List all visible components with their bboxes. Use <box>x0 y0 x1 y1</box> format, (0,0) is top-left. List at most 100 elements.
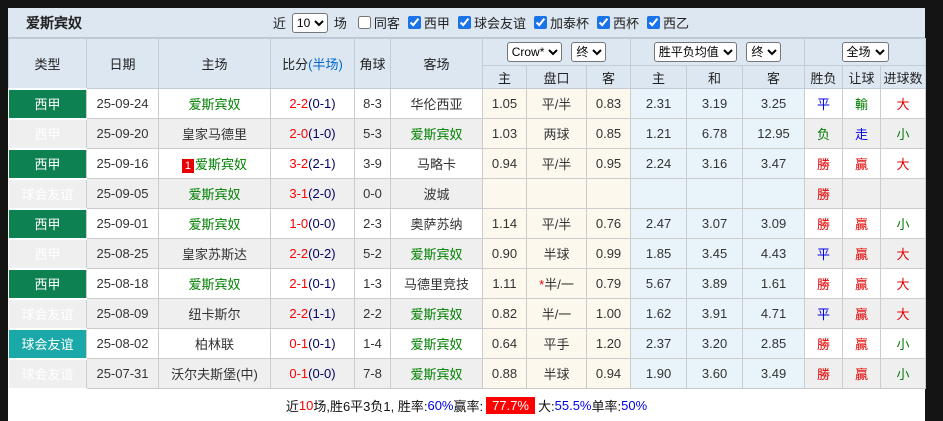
away-team-link[interactable]: 马略卡 <box>417 157 456 172</box>
col-avg-draw: 和 <box>687 66 743 89</box>
home-team-link[interactable]: 皇家马德里 <box>182 127 247 142</box>
home-team[interactable]: 爱斯宾奴 <box>159 269 271 299</box>
avg-draw-cell: 3.45 <box>687 239 743 269</box>
home-team[interactable]: 皇家马德里 <box>159 119 271 149</box>
handicap-cell: 平/半 <box>527 209 587 239</box>
handicap-cell: 半球 <box>527 359 587 389</box>
avg-away-cell: 3.09 <box>743 209 805 239</box>
corner-cell: 7-8 <box>355 359 391 389</box>
league-filter-label: 西乙 <box>663 13 689 32</box>
avg-away-cell: 2.85 <box>743 329 805 359</box>
goals-cell: 小 <box>881 359 926 389</box>
away-team[interactable]: 爱斯宾奴 <box>391 359 483 389</box>
score-cell: 3-2(2-1) <box>271 149 355 179</box>
avg-home-cell: 1.21 <box>631 119 687 149</box>
home-team-link[interactable]: 爱斯宾奴 <box>188 97 240 112</box>
handicap-value: 半球 <box>543 247 569 262</box>
handicap-value: 平/半 <box>542 217 572 232</box>
odds-time-select[interactable]: 终 <box>571 42 606 62</box>
home-team[interactable]: 爱斯宾奴 <box>159 89 271 119</box>
league-filter-checkbox[interactable] <box>647 16 660 29</box>
away-team[interactable]: 马略卡 <box>391 149 483 179</box>
away-team[interactable]: 爱斯宾奴 <box>391 119 483 149</box>
titlebar: 爱斯宾奴 近 10 场 同客 西甲 球会友谊 加泰杯 西杯 西乙 <box>8 8 925 38</box>
avg-draw-cell: 3.20 <box>687 329 743 359</box>
away-team-link[interactable]: 爱斯宾奴 <box>410 337 462 352</box>
home-team[interactable]: 爱斯宾奴 <box>159 179 271 209</box>
handicap-cell: 平手 <box>527 329 587 359</box>
type-badge-cell: 西甲 <box>9 239 87 269</box>
league-filter-checkbox[interactable] <box>458 16 471 29</box>
home-team[interactable]: 沃尔夫斯堡(中) <box>159 359 271 389</box>
handicap-cell: 平/半 <box>527 89 587 119</box>
home-team-link[interactable]: 柏林联 <box>195 337 234 352</box>
type-badge-cell: 球会友谊 <box>9 329 87 359</box>
games-count-select[interactable]: 10 <box>292 13 328 33</box>
away-team[interactable]: 马德里竞技 <box>391 269 483 299</box>
home-team[interactable]: 爱斯宾奴 <box>159 209 271 239</box>
away-team-link[interactable]: 华伦西亚 <box>410 97 462 112</box>
score-cell: 2-2(0-2) <box>271 239 355 269</box>
summary-segment: 单率: <box>592 396 622 415</box>
handicap-cell: 半球 <box>527 239 587 269</box>
goals-cell <box>881 179 926 209</box>
halftime-score: (2-1) <box>308 156 335 171</box>
type-badge-cell: 球会友谊 <box>9 179 87 209</box>
league-filter-checkbox[interactable] <box>597 16 610 29</box>
league-filter-label: 西甲 <box>424 13 450 32</box>
avg-draw-cell: 3.16 <box>687 149 743 179</box>
away-team[interactable]: 爱斯宾奴 <box>391 299 483 329</box>
score-cell: 0-1(0-0) <box>271 359 355 389</box>
away-team-link[interactable]: 奥萨苏纳 <box>410 217 462 232</box>
fulltime-score: 3-1 <box>289 186 308 201</box>
home-team[interactable]: 柏林联 <box>159 329 271 359</box>
home-team-link[interactable]: 爱斯宾奴 <box>188 187 240 202</box>
away-team-link[interactable]: 爱斯宾奴 <box>410 307 462 322</box>
fulltime-score: 2-2 <box>289 246 308 261</box>
col-score: 比分(半场) <box>271 39 355 89</box>
date-cell: 25-09-24 <box>87 89 159 119</box>
home-team-link[interactable]: 爱斯宾奴 <box>195 157 247 172</box>
odds-group-header: Crow* 终 <box>483 39 631 66</box>
col-home: 主场 <box>159 39 271 89</box>
odds-company-select[interactable]: Crow* <box>507 42 562 62</box>
table-row: 球会友谊 25-09-05 爱斯宾奴 3-1(2-0) 0-0 波城 勝 <box>9 179 926 209</box>
handicap-result-cell: 走 <box>843 119 881 149</box>
home-team-link[interactable]: 爱斯宾奴 <box>188 217 240 232</box>
avg-select[interactable]: 胜平负均值 <box>654 42 737 62</box>
away-team-link[interactable]: 爱斯宾奴 <box>410 127 462 142</box>
away-team[interactable]: 爱斯宾奴 <box>391 239 483 269</box>
odds-home-cell: 0.64 <box>483 329 527 359</box>
away-team-link[interactable]: 马德里竞技 <box>404 277 469 292</box>
date-cell: 25-09-05 <box>87 179 159 209</box>
scope-select[interactable]: 全场 <box>842 42 889 62</box>
handicap-result-cell: 輸 <box>843 89 881 119</box>
avg-away-cell: 3.47 <box>743 149 805 179</box>
summary-segment: 55.5% <box>555 398 592 413</box>
away-team[interactable]: 华伦西亚 <box>391 89 483 119</box>
home-team-link[interactable]: 沃尔夫斯堡(中) <box>171 367 258 382</box>
result-cell: 平 <box>805 89 843 119</box>
home-team[interactable]: 皇家苏斯达 <box>159 239 271 269</box>
goals-cell: 大 <box>881 269 926 299</box>
home-team-link[interactable]: 皇家苏斯达 <box>182 247 247 262</box>
away-team-link[interactable]: 爱斯宾奴 <box>410 247 462 262</box>
away-team-link[interactable]: 波城 <box>423 187 449 202</box>
odds-away-cell: 0.95 <box>587 149 631 179</box>
home-team[interactable]: 1爱斯宾奴 <box>159 149 271 179</box>
league-filter-checkbox[interactable] <box>534 16 547 29</box>
away-team[interactable]: 奥萨苏纳 <box>391 209 483 239</box>
same-away-checkbox[interactable] <box>358 16 371 29</box>
away-team-link[interactable]: 爱斯宾奴 <box>410 367 462 382</box>
home-team[interactable]: 纽卡斯尔 <box>159 299 271 329</box>
home-team-link[interactable]: 爱斯宾奴 <box>188 277 240 292</box>
odds-home-cell: 1.03 <box>483 119 527 149</box>
avg-time-select[interactable]: 终 <box>746 42 781 62</box>
league-filter-checkbox[interactable] <box>408 16 421 29</box>
away-team[interactable]: 波城 <box>391 179 483 209</box>
home-team-link[interactable]: 纽卡斯尔 <box>188 307 240 322</box>
away-team[interactable]: 爱斯宾奴 <box>391 329 483 359</box>
avg-away-cell: 12.95 <box>743 119 805 149</box>
date-cell: 25-09-01 <box>87 209 159 239</box>
games-label: 场 <box>334 13 347 32</box>
